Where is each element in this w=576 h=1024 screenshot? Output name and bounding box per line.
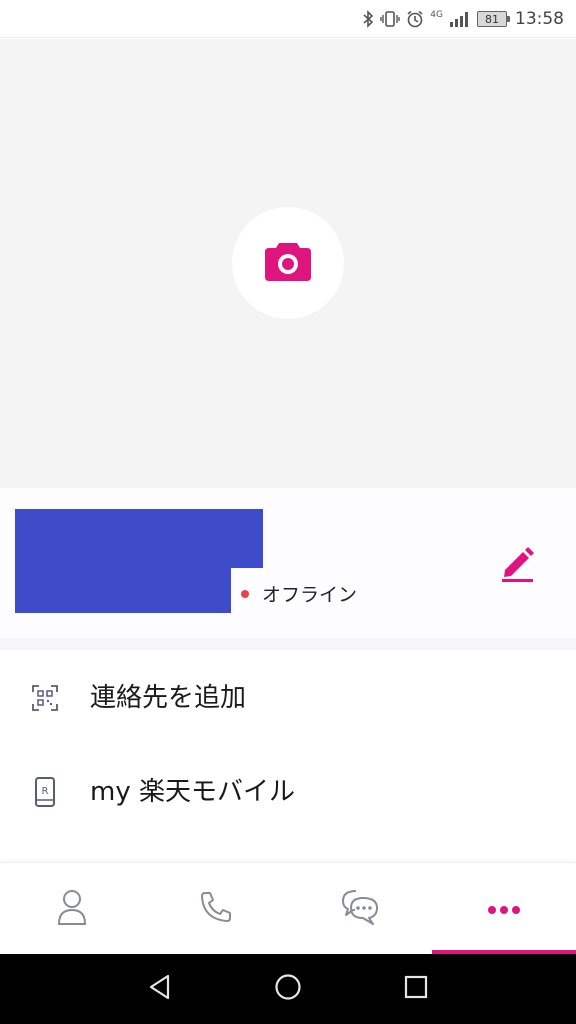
tab-messages[interactable] (288, 863, 432, 955)
chat-icon (340, 888, 380, 930)
bluetooth-icon (362, 10, 374, 28)
tab-calls[interactable] (144, 863, 288, 955)
phone-icon (199, 890, 233, 928)
recents-button[interactable] (398, 971, 434, 1007)
alarm-icon (406, 10, 424, 28)
network-type-label: 4G (430, 9, 443, 20)
redacted-name (15, 509, 263, 568)
signal-icon (449, 10, 471, 28)
qr-code-icon (30, 682, 60, 714)
change-photo-button[interactable] (232, 207, 344, 319)
cover-photo[interactable] (0, 39, 576, 488)
home-button[interactable] (270, 971, 306, 1007)
menu-item-my-rakuten-mobile[interactable]: R my 楽天モバイル (0, 746, 576, 838)
back-triangle-icon (146, 973, 174, 1005)
menu-item-label: 連絡先を追加 (90, 683, 247, 713)
status-bar: 4G 81 13:58 (0, 0, 576, 38)
contacts-icon (56, 888, 88, 930)
home-circle-icon (274, 973, 302, 1005)
offline-status-dot (241, 590, 249, 598)
recents-square-icon (403, 974, 429, 1004)
svg-text:R: R (42, 786, 49, 797)
tab-more[interactable] (432, 863, 576, 955)
back-button[interactable] (142, 971, 178, 1007)
edit-profile-button[interactable] (497, 542, 537, 584)
profile-section: オフライン (0, 488, 576, 638)
battery-icon: 81 (477, 11, 510, 27)
more-icon (487, 900, 521, 919)
tab-contacts[interactable] (0, 863, 144, 955)
system-navigation-bar (0, 954, 576, 1024)
pencil-icon (497, 547, 537, 588)
presence-status: オフライン (262, 584, 358, 606)
status-icons: 4G 81 13:58 (362, 8, 564, 30)
status-time: 13:58 (515, 9, 564, 29)
profile-screen: 4G 81 13:58 オフライン 連絡先を追加 R my 楽天モバイル (0, 0, 576, 1024)
vibrate-icon (380, 10, 400, 28)
rakuten-phone-icon: R (30, 776, 60, 808)
bottom-navigation (0, 862, 576, 955)
redacted-avatar (15, 568, 231, 613)
menu-item-add-contact[interactable]: 連絡先を追加 (0, 652, 576, 744)
section-divider (0, 638, 576, 650)
camera-icon (263, 239, 313, 287)
menu-item-label: my 楽天モバイル (90, 777, 295, 807)
